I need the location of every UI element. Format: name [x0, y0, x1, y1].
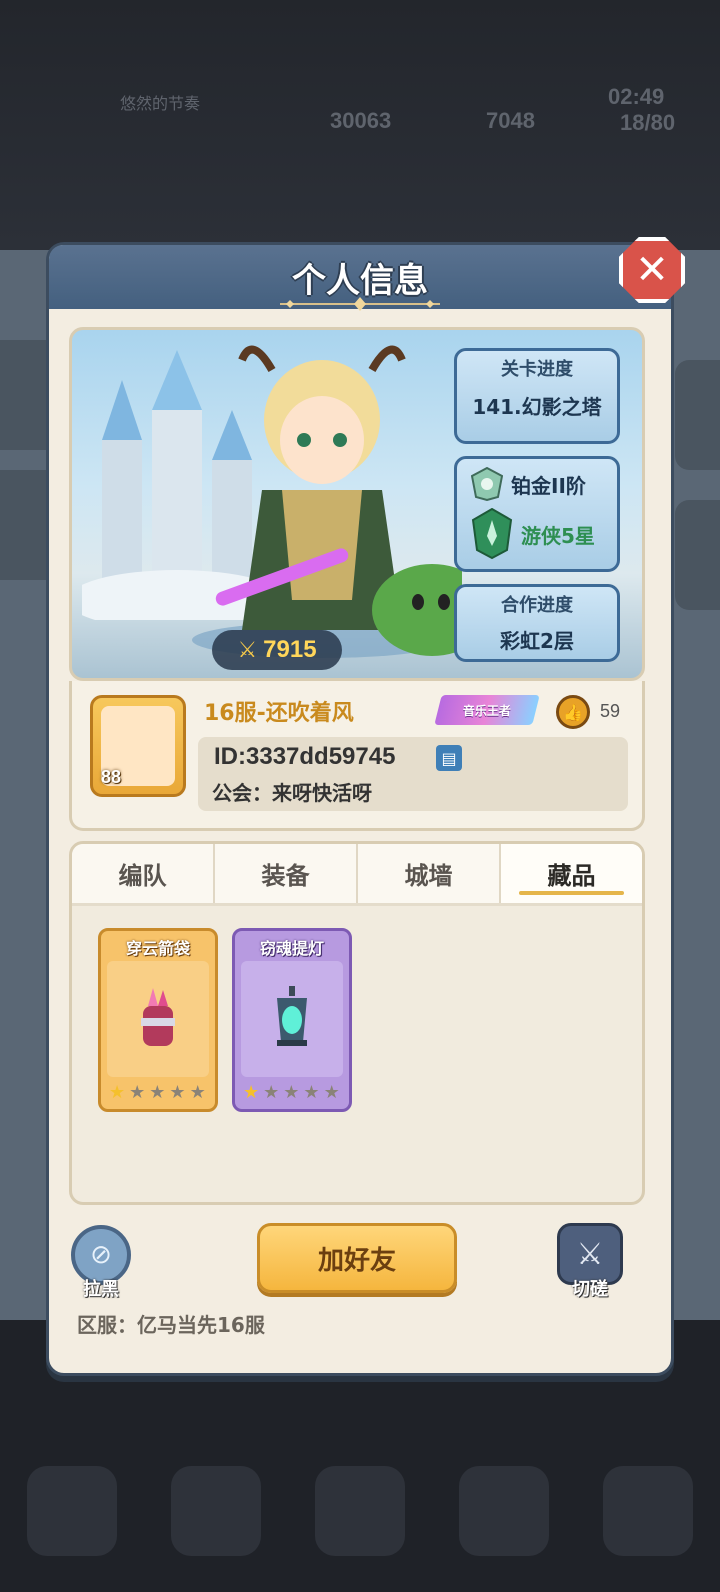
hud-gems: 30063 [330, 108, 392, 133]
avatar-level: 88 [101, 767, 122, 787]
star-icon: ★ [243, 1082, 260, 1103]
header-ornament-icon [280, 297, 440, 311]
collection-item[interactable]: 穿云箭袋 ★ ★ ★ ★ ★ [98, 928, 218, 1112]
bg-nav-icon [459, 1466, 549, 1556]
title-badge-text: 音乐王者 [462, 703, 511, 718]
title-badge[interactable]: 音乐王者 [434, 695, 540, 725]
stage-progress-card: 关卡进度 141.幻影之塔 [454, 348, 620, 444]
star-icon: ★ [303, 1082, 320, 1103]
id-box: ID:3337dd59745 ▤ 公会：来呀快活呀 [198, 737, 628, 811]
server-info: 区服：亿马当先16服 [77, 1313, 265, 1337]
copy-icon[interactable]: ▤ [436, 745, 462, 771]
hud-time: 02:49 [608, 84, 665, 109]
star-icon: ★ [189, 1082, 206, 1103]
coop-progress-label: 合作进度 [501, 595, 573, 616]
bg-nav-icon [171, 1466, 261, 1556]
bg-nav-icon [315, 1466, 405, 1556]
profile-summary: 88 16服-还吹着风 音乐王者 👍 59 ID:3337dd59745 ▤ 公… [69, 681, 645, 831]
star-rating: ★ ★ ★ ★ ★ [109, 1082, 206, 1103]
duel-label: 切磋 [572, 1279, 608, 1300]
quiver-icon [107, 961, 209, 1077]
tab-collection[interactable]: 藏品 [501, 844, 642, 903]
star-icon: ★ [283, 1082, 300, 1103]
guild-name: 公会：来呀快活呀 [212, 781, 372, 805]
star-icon: ★ [109, 1082, 126, 1103]
hud-gold: 7048 [486, 108, 535, 133]
star-icon: ★ [263, 1082, 280, 1103]
tab-equipment[interactable]: 装备 [215, 844, 358, 903]
block-icon: ⊘ [90, 1240, 112, 1270]
collection-item[interactable]: 窃魂提灯 ★ ★ ★ ★ ★ [232, 928, 352, 1112]
star-icon: ★ [323, 1082, 340, 1103]
tab-wall[interactable]: 城墙 [358, 844, 501, 903]
power-badge: ⚔ 7915 [212, 630, 342, 670]
stage-progress-label: 关卡进度 [501, 359, 573, 380]
item-name: 穿云箭袋 [125, 939, 190, 958]
bg-right-button [675, 500, 720, 610]
power-value: 7915 [263, 636, 317, 663]
tabs-panel: 编队 装备 城墙 藏品 穿云箭袋 ★ ★ ★ ★ ★ 窃魂提灯 ★ ★ ★ ★ … [69, 841, 645, 1205]
block-label: 拉黑 [83, 1279, 119, 1300]
stage-progress-value: 141.幻影之塔 [472, 395, 602, 419]
hero-character-icon [192, 345, 462, 658]
bg-bottom-nav [0, 1430, 720, 1570]
tab-bar: 编队 装备 城墙 藏品 [72, 844, 642, 906]
modal-title: 个人信息 [292, 260, 428, 301]
lantern-icon [241, 961, 343, 1077]
coop-progress-card: 合作进度 彩虹2层 [454, 584, 620, 662]
rank-card: 铂金II阶 游侠5星 [454, 456, 620, 572]
hud-player-name: 悠然的节奏 [120, 96, 201, 113]
rank-tier-text: 铂金II阶 [511, 473, 586, 498]
coop-progress-value: 彩虹2层 [500, 629, 574, 653]
star-icon: ★ [129, 1082, 146, 1103]
bg-right-button [675, 360, 720, 470]
rank-tier-row: 铂金II阶 [457, 459, 617, 509]
star-rating: ★ ★ ★ ★ ★ [243, 1082, 340, 1103]
item-name: 窃魂提灯 [259, 939, 324, 958]
sword-icon: ⚔ [237, 637, 258, 663]
avatar[interactable]: 88 [90, 695, 186, 797]
bg-nav-icon [27, 1466, 117, 1556]
hero-portrait: ⚔ 7915 关卡进度 141.幻影之塔 铂金II阶 游侠5星 合作进度 彩虹2… [69, 327, 645, 681]
star-icon: ★ [169, 1082, 186, 1103]
crossed-swords-icon: ⚔ [576, 1236, 604, 1272]
bg-nav-icon [603, 1466, 693, 1556]
player-id: ID:3337dd59745 [214, 743, 396, 770]
modal-header: 个人信息 [49, 245, 671, 311]
ranger-star-icon [471, 508, 513, 560]
player-name: 16服-还吹着风 [204, 701, 354, 726]
background-hud: 悠然的节奏 30063 7048 02:49 18/80 [0, 60, 720, 150]
platinum-rank-icon [471, 467, 503, 501]
tab-formation[interactable]: 编队 [72, 844, 215, 903]
collection-list: 穿云箭袋 ★ ★ ★ ★ ★ 窃魂提灯 ★ ★ ★ ★ ★ [98, 928, 352, 1112]
like-count: 59 [600, 701, 621, 721]
close-icon: ✕ [635, 247, 669, 293]
rank-class-row: 游侠5星 [457, 508, 617, 560]
thumbs-up-icon[interactable]: 👍 [556, 695, 590, 729]
profile-modal: 个人信息 ✕ ⚔ 7915 关卡进度 141.幻影之塔 铂金II阶 游侠5星 合… [46, 237, 685, 1376]
rank-class-text: 游侠5星 [521, 523, 595, 548]
close-button[interactable]: ✕ [619, 237, 685, 303]
hud-energy: 18/80 [620, 110, 676, 135]
star-icon: ★ [149, 1082, 166, 1103]
add-friend-button[interactable]: 加好友 [257, 1223, 457, 1293]
